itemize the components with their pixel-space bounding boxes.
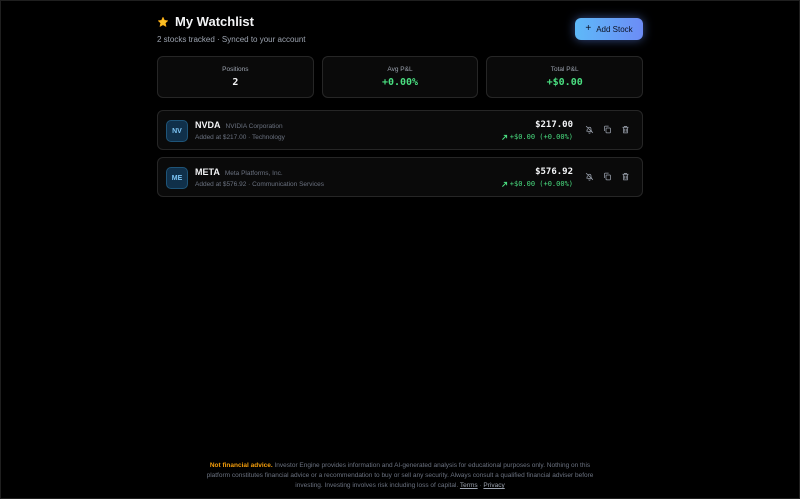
page-title: My Watchlist	[175, 14, 254, 29]
current-price: $217.00	[535, 120, 573, 130]
trash-icon[interactable]	[621, 125, 630, 134]
company-name: NVIDIA Corporation	[225, 123, 283, 130]
copy-icon[interactable]	[603, 125, 612, 134]
disclaimer-warning: Not financial advice.	[209, 462, 273, 469]
bell-off-icon[interactable]	[585, 125, 594, 134]
added-info: Added at $217.00 · Technology	[195, 134, 285, 141]
ticker-symbol: META	[195, 167, 220, 177]
stock-row-meta[interactable]: ME META Meta Platforms, Inc. Added at $5…	[157, 157, 643, 197]
stat-avg-pnl: Avg P&L +0.00%	[321, 56, 479, 98]
stock-list: NV NVDA NVIDIA Corporation Added at $217…	[157, 110, 643, 197]
current-price: $576.92	[535, 167, 573, 177]
arrow-up-right-icon	[501, 134, 507, 140]
title-row: My Watchlist	[157, 14, 643, 29]
terms-link[interactable]: Terms	[460, 482, 478, 489]
plus-icon: +	[585, 23, 592, 34]
header: My Watchlist 2 stocks tracked · Synced t…	[157, 14, 643, 54]
ticker-line: NVDA NVIDIA Corporation	[195, 120, 285, 130]
ticker-avatar: NV	[166, 120, 188, 142]
add-stock-button[interactable]: + Add Stock	[575, 18, 643, 40]
copy-icon[interactable]	[603, 172, 612, 181]
footer-separator: ·	[479, 482, 482, 489]
disclaimer-line-3: investing. Investing involves risk inclu…	[0, 481, 800, 491]
stat-total-pnl: Total P&L +$0.00	[486, 56, 644, 98]
watchlist-container: My Watchlist 2 stocks tracked · Synced t…	[157, 10, 644, 204]
trash-icon[interactable]	[621, 172, 630, 181]
stat-value: 2	[232, 77, 239, 88]
privacy-link[interactable]: Privacy	[483, 482, 504, 489]
row-actions	[585, 172, 630, 181]
company-name: Meta Platforms, Inc.	[224, 170, 283, 177]
ticker-symbol: NVDA	[195, 120, 221, 130]
price-change-value: +$0.00 (+0.00%)	[509, 133, 573, 141]
disclaimer-text-3: investing. Investing involves risk inclu…	[295, 482, 459, 489]
price-change: +$0.00 (+0.00%)	[501, 133, 573, 141]
stat-value: +$0.00	[546, 77, 583, 88]
page-subtitle: 2 stocks tracked · Synced to your accoun…	[157, 35, 306, 44]
bell-off-icon[interactable]	[585, 172, 594, 181]
disclaimer-line-1: Not financial advice. Investor Engine pr…	[0, 461, 800, 471]
add-stock-label: Add Stock	[596, 24, 633, 34]
stock-info: NVDA NVIDIA Corporation Added at $217.00…	[195, 120, 285, 141]
stat-positions: Positions 2	[157, 56, 314, 98]
disclaimer-text-2: platform constitutes financial advice or…	[206, 472, 594, 479]
price-change-value: +$0.00 (+0.00%)	[509, 180, 573, 188]
price-box: $217.00 +$0.00 (+0.00%)	[501, 120, 573, 141]
ticker-line: META Meta Platforms, Inc.	[195, 167, 324, 177]
arrow-up-right-icon	[501, 181, 507, 187]
stat-value: +0.00%	[381, 77, 419, 88]
star-icon	[157, 15, 169, 27]
disclaimer-text-1: Investor Engine provides information and…	[274, 462, 591, 469]
added-info: Added at $576.92 · Communication Service…	[195, 181, 324, 188]
ticker-avatar: ME	[166, 167, 188, 189]
row-actions	[585, 125, 630, 134]
stock-row-nvda[interactable]: NV NVDA NVIDIA Corporation Added at $217…	[157, 110, 643, 150]
price-change: +$0.00 (+0.00%)	[501, 180, 573, 188]
stat-label: Positions	[222, 66, 249, 73]
price-box: $576.92 +$0.00 (+0.00%)	[501, 167, 573, 188]
stat-label: Total P&L	[550, 66, 579, 73]
disclaimer-footer: Not financial advice. Investor Engine pr…	[0, 461, 800, 491]
stat-label: Avg P&L	[387, 66, 413, 73]
stock-info: META Meta Platforms, Inc. Added at $576.…	[195, 167, 324, 188]
stats-row: Positions 2 Avg P&L +0.00% Total P&L +$0…	[157, 56, 644, 98]
